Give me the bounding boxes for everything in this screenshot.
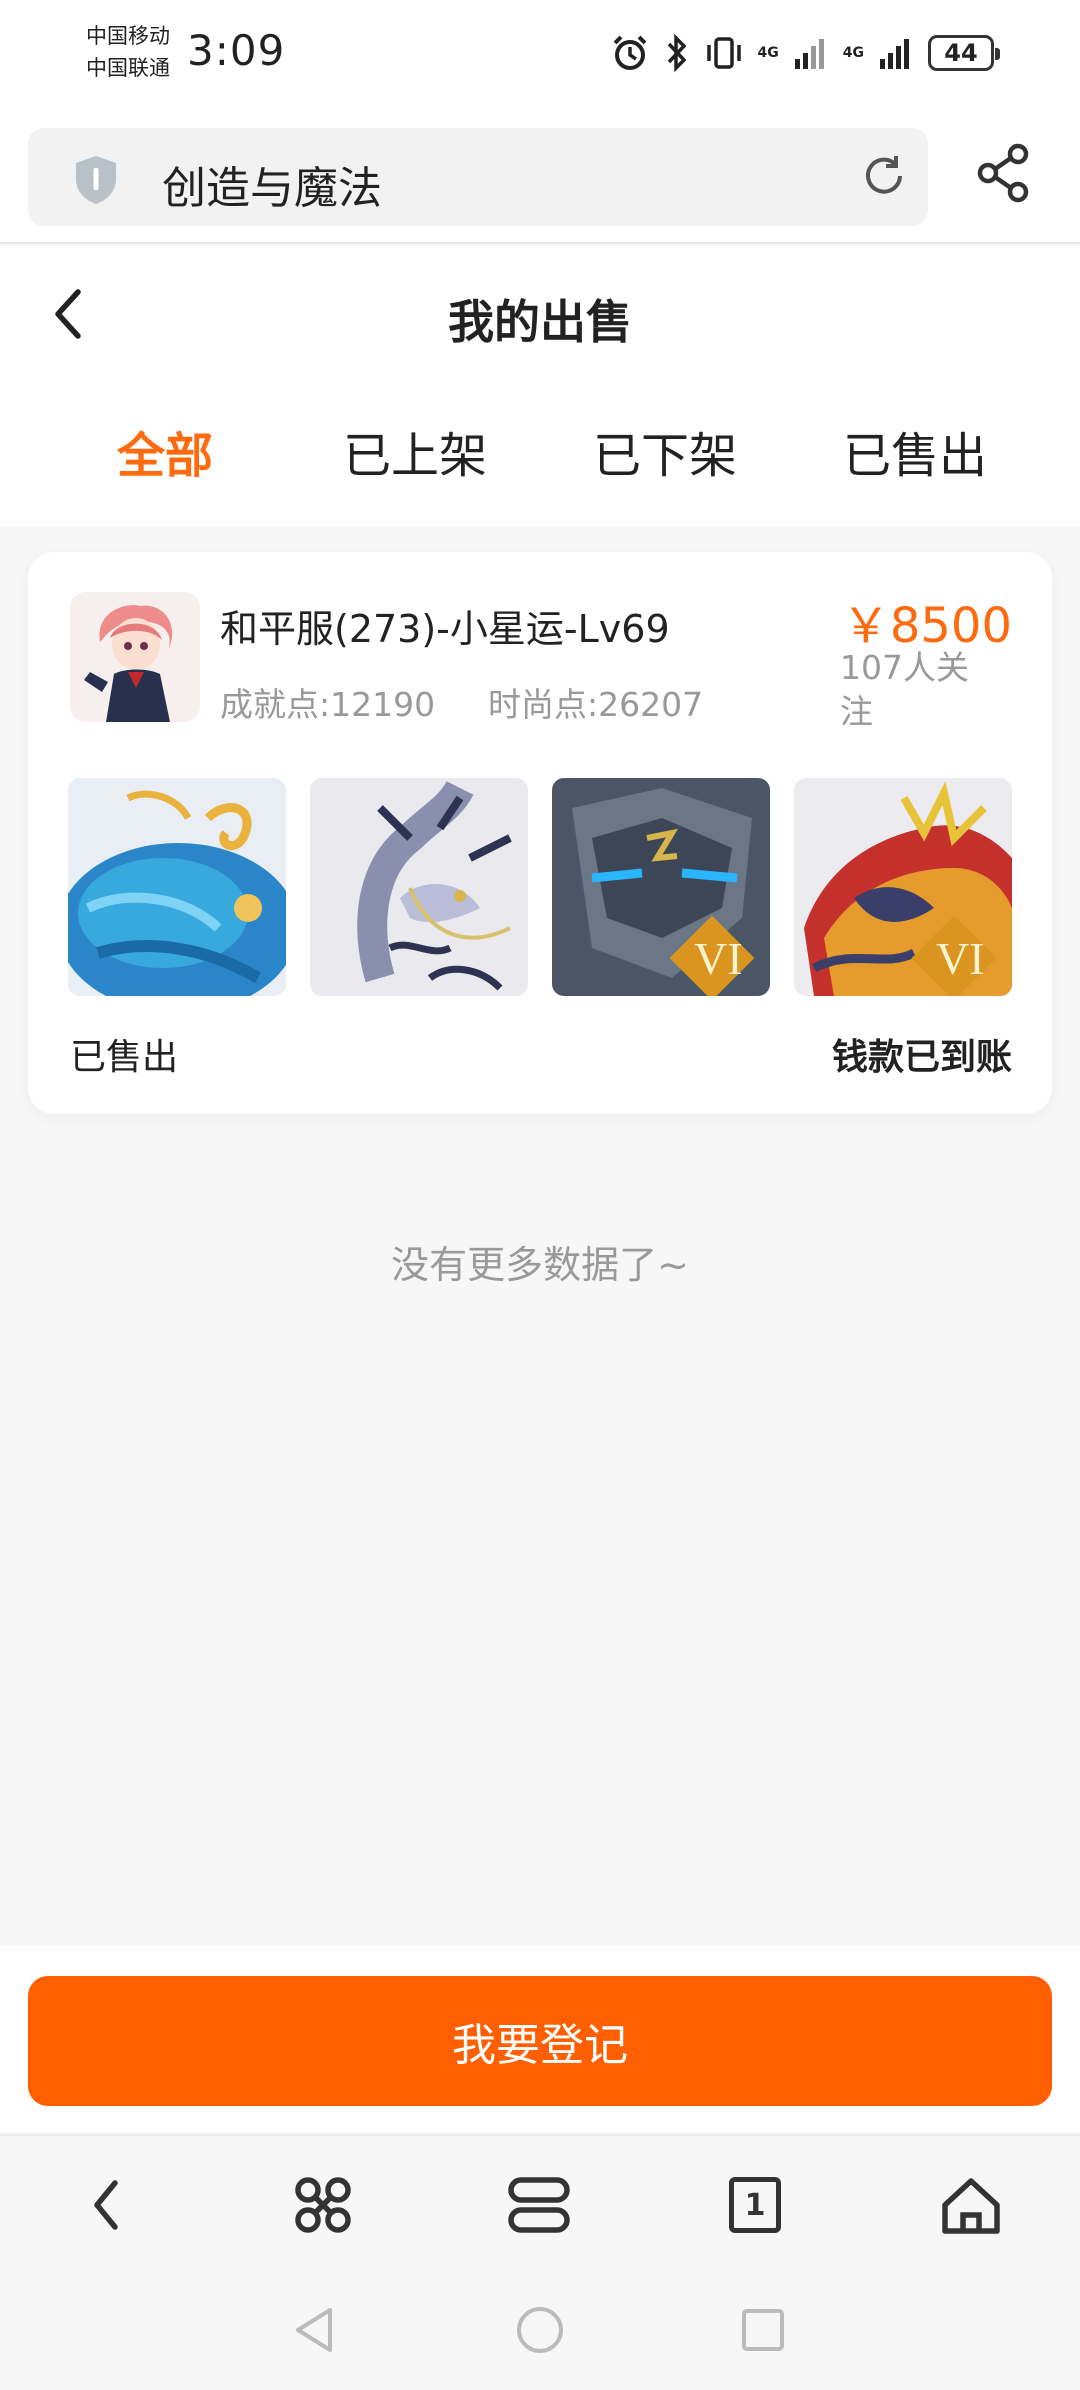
tab-delisted[interactable]: 已下架: [540, 416, 790, 486]
battery-icon: 44: [928, 35, 1000, 71]
shield-icon[interactable]: [68, 152, 124, 208]
network-label-1: 4G: [757, 45, 779, 61]
toolbar-back-button[interactable]: [72, 2170, 142, 2240]
status-icons: 4G 4G 44: [610, 32, 1000, 74]
toolbar-tabs-button[interactable]: 1: [720, 2170, 790, 2240]
vibrate-icon: [706, 37, 741, 69]
listing-card[interactable]: 和平服(273)-小星运-Lv69 成就点:12190 时尚点:26207 ￥8…: [28, 552, 1052, 1114]
payment-status: 钱款已到账: [831, 1037, 1012, 1078]
toolbar-home-button[interactable]: [936, 2170, 1006, 2240]
action-area: 我要登记: [0, 1946, 1080, 2132]
item-thumbnail-dragon[interactable]: [310, 778, 528, 996]
carrier-info: 中国移动 中国联通: [86, 20, 170, 84]
clock: 3:09: [187, 26, 286, 75]
toolbar-command-button[interactable]: [288, 2170, 358, 2240]
browser-bar: 创造与魔法: [0, 112, 1080, 244]
alarm-icon: [613, 35, 646, 70]
tabs-icon: 1: [729, 2177, 781, 2233]
menu-icon: [508, 2177, 570, 2233]
command-icon: [295, 2177, 351, 2233]
battery-level: 44: [944, 39, 978, 67]
signal-icon-1: [794, 39, 824, 69]
browser-toolbar: 1: [0, 2134, 1080, 2270]
tab-sold[interactable]: 已售出: [790, 416, 1040, 486]
item-thumbnail-whale[interactable]: [68, 778, 286, 996]
tier-badge-label: VI: [694, 933, 743, 984]
triangle-back-icon: [296, 2308, 332, 2352]
chevron-left-icon: [94, 2180, 118, 2230]
carrier-2: 中国联通: [86, 56, 170, 80]
address-bar[interactable]: 创造与魔法: [28, 128, 928, 226]
circle-home-icon: [517, 2307, 563, 2353]
square-recents-icon: [742, 2309, 784, 2351]
end-of-list-text: 没有更多数据了~: [391, 1243, 689, 1287]
page-header: 我的出售 全部 已上架 已下架 已售出: [0, 246, 1080, 526]
network-label-2: 4G: [842, 45, 864, 61]
share-icon[interactable]: [972, 142, 1034, 204]
tab-bar: 全部 已上架 已下架 已售出: [0, 416, 1080, 496]
home-icon: [942, 2178, 1000, 2234]
bluetooth-icon: [667, 33, 686, 73]
sale-status: 已售出: [70, 1037, 179, 1078]
item-thumbnail-fire-dragon[interactable]: VI: [794, 778, 1012, 996]
system-home-button[interactable]: [510, 2300, 570, 2360]
tab-listed[interactable]: 已上架: [290, 416, 540, 486]
reload-icon[interactable]: [858, 150, 910, 202]
tab-all[interactable]: 全部: [40, 416, 290, 486]
follower-count: 107人关注: [840, 648, 969, 731]
tier-badge-label-2: VI: [936, 933, 985, 984]
page-title: 我的出售: [448, 295, 632, 349]
toolbar-menu-button[interactable]: [504, 2170, 574, 2240]
fashion-points: 时尚点:26207: [488, 685, 704, 724]
site-title: 创造与魔法: [162, 163, 382, 214]
item-thumbnail-golem[interactable]: VI: [552, 778, 770, 996]
listing-title[interactable]: 和平服(273)-小星运-Lv69: [220, 598, 670, 653]
signal-icon-2: [880, 39, 909, 69]
register-button[interactable]: 我要登记: [28, 1976, 1052, 2106]
system-recents-button[interactable]: [733, 2300, 793, 2360]
system-navigation: [0, 2270, 1080, 2390]
character-avatar: [70, 592, 200, 722]
carrier-1: 中国移动: [86, 24, 170, 48]
achievement-points: 成就点:12190: [220, 685, 436, 724]
status-bar: 中国移动 中国联通 3:09 4G 4G 44: [0, 0, 1080, 112]
system-back-button[interactable]: [285, 2300, 345, 2360]
